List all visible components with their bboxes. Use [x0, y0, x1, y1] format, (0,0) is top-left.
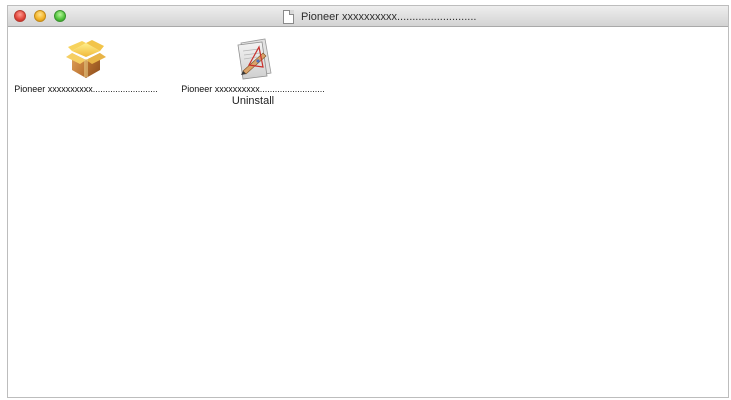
window-title-group: Pioneer xxxxxxxxxx......................…: [283, 8, 476, 25]
minimize-window-button[interactable]: [34, 10, 46, 22]
window-titlebar[interactable]: Pioneer xxxxxxxxxx......................…: [8, 6, 728, 27]
close-window-button[interactable]: [14, 10, 26, 22]
uninstall-script-sublabel: Uninstall: [231, 95, 275, 107]
installer-package-item[interactable]: Pioneer xxxxxxxxxx......................…: [8, 37, 171, 94]
document-icon: [283, 9, 294, 24]
script-editor-icon: [229, 37, 277, 81]
zoom-window-button[interactable]: [54, 10, 66, 22]
package-box-icon: [62, 37, 110, 81]
installer-package-label: Pioneer xxxxxxxxxx......................…: [14, 84, 158, 94]
finder-window: Pioneer xxxxxxxxxx......................…: [7, 5, 729, 398]
uninstall-script-label: Pioneer xxxxxxxxxx......................…: [181, 84, 325, 94]
uninstall-script-item[interactable]: Pioneer xxxxxxxxxx......................…: [168, 37, 338, 107]
window-title: Pioneer xxxxxxxxxx......................…: [301, 10, 477, 23]
